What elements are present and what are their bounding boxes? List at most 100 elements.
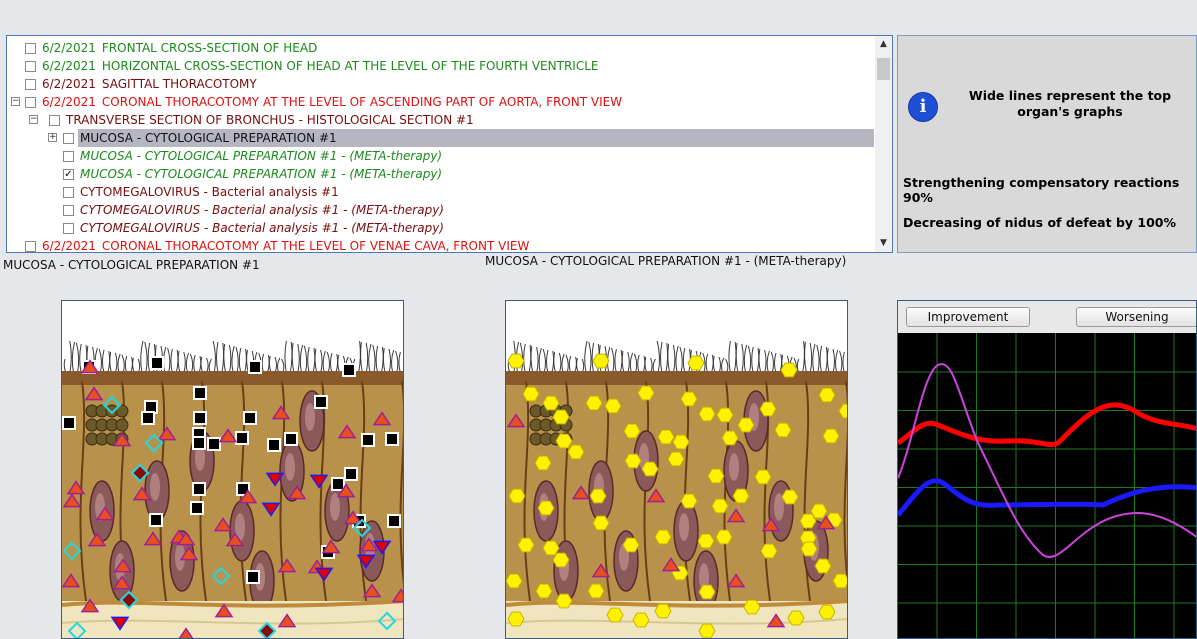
row-checkbox[interactable] <box>63 151 74 162</box>
marker-hexagon <box>534 455 552 471</box>
tree-row[interactable]: 6/2/2021 HORIZONTAL CROSS-SECTION OF HEAD… <box>7 57 874 75</box>
row-text: CYTOMEGALOVIRUS - Bacterial analysis #1 … <box>80 221 444 235</box>
improvement-button[interactable]: Improvement <box>906 307 1030 327</box>
row-label[interactable]: 6/2/2021 CORONAL THORACOTOMY AT THE LEVEL… <box>40 237 874 252</box>
graph-panel: Improvement Worsening <box>897 300 1197 639</box>
row-label[interactable]: MUCOSA - CYTOLOGICAL PREPARATION #1 <box>78 129 874 147</box>
tree-row[interactable]: CYTOMEGALOVIRUS - Bacterial analysis #1 … <box>7 219 874 237</box>
marker-hexagon <box>657 429 675 445</box>
collapse-icon[interactable]: − <box>11 97 20 106</box>
marker-square <box>192 482 206 496</box>
marker-square <box>284 432 298 446</box>
row-checkbox[interactable] <box>25 241 36 252</box>
right-image-caption: MUCOSA - CYTOLOGICAL PREPARATION #1 - (M… <box>485 254 847 268</box>
row-label[interactable]: CYTOMEGALOVIRUS - Bacterial analysis #1 <box>78 183 874 201</box>
tree-row[interactable]: + MUCOSA - CYTOLOGICAL PREPARATION #1 <box>7 129 874 147</box>
marker-hexagon <box>592 353 610 369</box>
marker-square <box>243 411 257 425</box>
marker-hexagon <box>604 398 622 414</box>
tree-row[interactable]: 6/2/2021 CORONAL THORACOTOMY AT THE LEVEL… <box>7 237 874 252</box>
row-label[interactable]: MUCOSA - CYTOLOGICAL PREPARATION #1 - (M… <box>78 165 874 183</box>
row-text: CORONAL THORACOTOMY AT THE LEVEL OF ASCE… <box>101 95 623 109</box>
row-checkbox[interactable] <box>63 187 74 198</box>
row-date: 6/2/2021 <box>42 95 96 109</box>
tree-row[interactable]: 6/2/2021 FRONTAL CROSS-SECTION OF HEAD <box>7 39 874 57</box>
marker-hexagon <box>680 493 698 509</box>
info-icon: i <box>908 92 938 122</box>
marker-square <box>193 386 207 400</box>
marker-square <box>150 356 164 370</box>
marker-square <box>192 436 206 450</box>
marker-square <box>385 432 399 446</box>
tree-scrollbar[interactable]: ▲ ▼ <box>875 36 892 252</box>
marker-square <box>342 363 356 377</box>
marker-hexagon <box>814 558 832 574</box>
organ-graph <box>898 333 1196 638</box>
nidus-defeat-text: Decreasing of nidus of defeat by 100% <box>903 215 1177 230</box>
marker-square <box>235 431 249 445</box>
row-date: 6/2/2021 <box>42 77 96 91</box>
collapse-icon[interactable]: − <box>29 115 38 124</box>
tree-row[interactable]: CYTOMEGALOVIRUS - Bacterial analysis #1 <box>7 183 874 201</box>
marker-hexagon <box>587 583 605 599</box>
row-label[interactable]: CYTOMEGALOVIRUS - Bacterial analysis #1 … <box>78 201 874 219</box>
row-checkbox[interactable] <box>63 223 74 234</box>
marker-hexagon <box>743 599 761 615</box>
marker-hexagon <box>810 503 828 519</box>
study-tree-view[interactable]: 6/2/2021 FRONTAL CROSS-SECTION OF HEAD 6/2… <box>6 35 893 253</box>
row-checkbox[interactable] <box>25 79 36 90</box>
row-label[interactable]: 6/2/2021 FRONTAL CROSS-SECTION OF HEAD <box>40 39 874 57</box>
marker-hexagon <box>637 385 655 401</box>
marker-hexagon <box>721 430 739 446</box>
row-label[interactable]: TRANSVERSE SECTION OF BRONCHUS - HISTOLO… <box>64 111 874 129</box>
chevron-up-icon[interactable]: ▲ <box>875 36 892 53</box>
apical-border <box>506 371 847 385</box>
marker-hexagon <box>589 488 607 504</box>
scroll-thumb[interactable] <box>877 58 890 80</box>
row-checkbox[interactable] <box>25 43 36 54</box>
tree-row[interactable]: 6/2/2021 SAGITTAL THORACOTOMY <box>7 75 874 93</box>
left-image-caption: MUCOSA - CYTOLOGICAL PREPARATION #1 <box>3 258 260 272</box>
row-checkbox[interactable] <box>63 205 74 216</box>
chevron-down-icon[interactable]: ▼ <box>875 235 892 252</box>
tree-row[interactable]: CYTOMEGALOVIRUS - Bacterial analysis #1 … <box>7 201 874 219</box>
expand-icon[interactable]: + <box>48 133 57 142</box>
marker-hexagon <box>680 391 698 407</box>
row-checkbox[interactable]: ✓ <box>63 169 74 180</box>
row-checkbox[interactable] <box>25 61 36 72</box>
mucosa-meta-therapy-image[interactable] <box>505 300 848 639</box>
row-label[interactable]: MUCOSA - CYTOLOGICAL PREPARATION #1 - (M… <box>78 147 874 165</box>
row-label[interactable]: 6/2/2021 SAGITTAL THORACOTOMY <box>40 75 874 93</box>
mucosa-preparation-image[interactable] <box>61 300 404 639</box>
marker-square <box>267 438 281 452</box>
tree-items: 6/2/2021 FRONTAL CROSS-SECTION OF HEAD 6/2… <box>7 36 874 252</box>
marker-square <box>248 360 262 374</box>
tree-row[interactable]: − TRANSVERSE SECTION OF BRONCHUS - HISTOL… <box>7 111 874 129</box>
marker-hexagon <box>672 434 690 450</box>
row-text: TRANSVERSE SECTION OF BRONCHUS - HISTOLO… <box>66 113 474 127</box>
row-label[interactable]: 6/2/2021 HORIZONTAL CROSS-SECTION OF HEAD… <box>40 57 874 75</box>
tree-row[interactable]: − 6/2/2021 CORONAL THORACOTOMY AT THE LEVE… <box>7 93 874 111</box>
marker-hexagon <box>623 423 641 439</box>
marker-hexagon <box>567 444 585 460</box>
marker-hexagon <box>522 386 540 402</box>
marker-hexagon <box>552 409 570 425</box>
marker-hexagon <box>606 607 624 623</box>
marker-hexagon <box>535 583 553 599</box>
marker-hexagon <box>818 387 836 403</box>
row-label[interactable]: 6/2/2021 CORONAL THORACOTOMY AT THE LEVEL… <box>40 93 874 111</box>
row-label[interactable]: CYTOMEGALOVIRUS - Bacterial analysis #1 … <box>78 219 874 237</box>
row-checkbox[interactable] <box>49 115 60 126</box>
row-text: MUCOSA - CYTOLOGICAL PREPARATION #1 - (M… <box>80 149 443 163</box>
tree-row[interactable]: MUCOSA - CYTOLOGICAL PREPARATION #1 - (M… <box>7 147 874 165</box>
marker-hexagon <box>781 489 799 505</box>
row-text: CORONAL THORACOTOMY AT THE LEVEL OF VENA… <box>101 239 530 252</box>
row-checkbox[interactable] <box>25 97 36 108</box>
marker-hexagon <box>506 573 523 589</box>
marker-hexagon <box>698 406 716 422</box>
row-checkbox[interactable] <box>63 133 74 144</box>
tree-row[interactable]: ✓ MUCOSA - CYTOLOGICAL PREPARATION #1 - (… <box>7 165 874 183</box>
row-text: CYTOMEGALOVIRUS - Bacterial analysis #1 … <box>80 203 444 217</box>
worsening-button[interactable]: Worsening <box>1076 307 1196 327</box>
row-text: FRONTAL CROSS-SECTION OF HEAD <box>101 41 318 55</box>
